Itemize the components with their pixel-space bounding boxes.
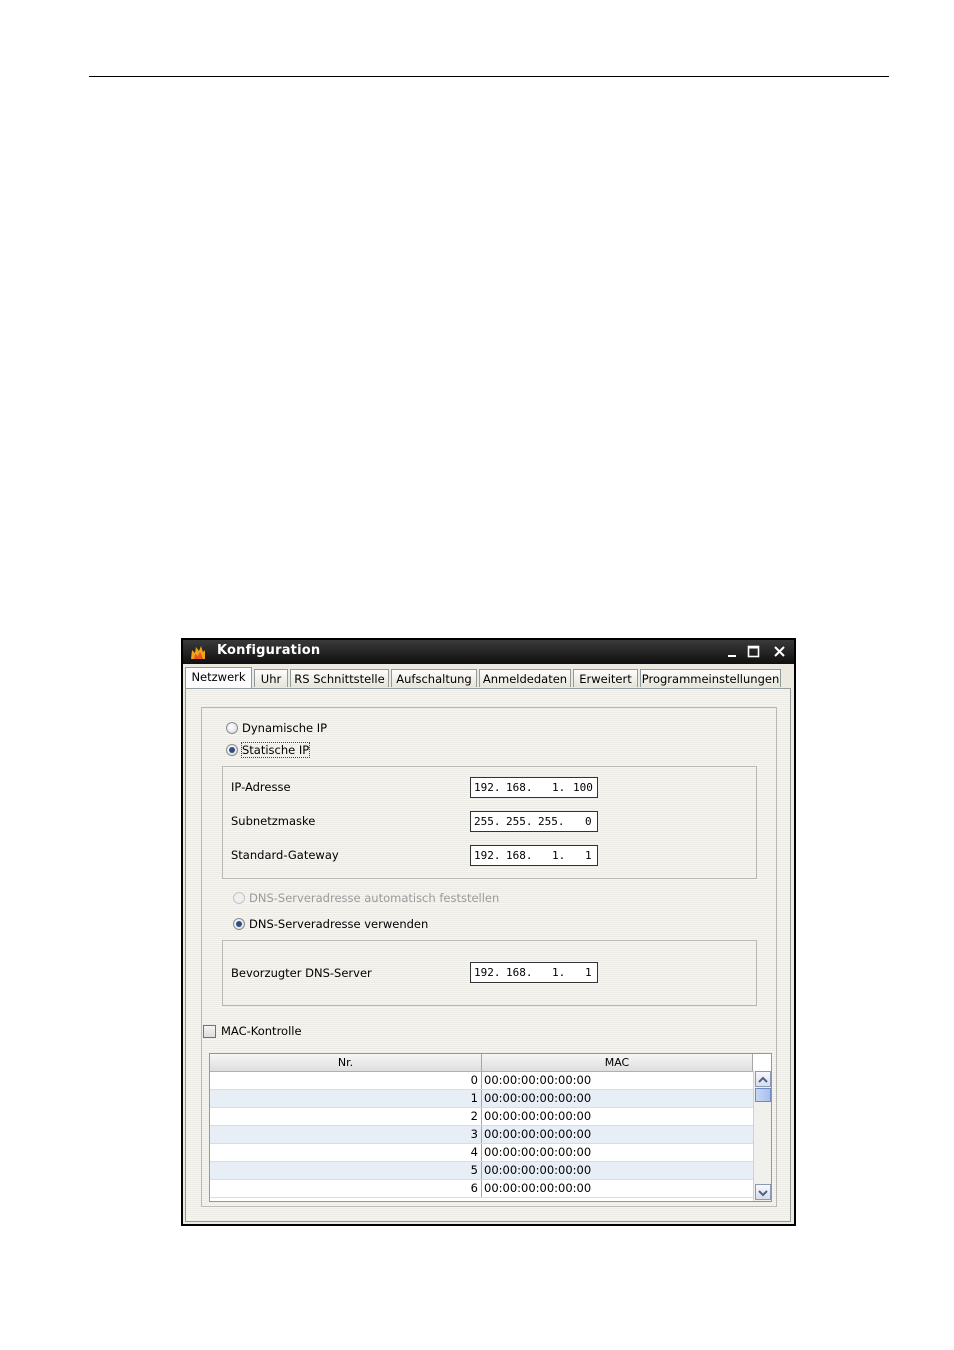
chevron-up-icon: [758, 1076, 768, 1083]
dns-manual-radio[interactable]: [233, 918, 245, 930]
tab-erweitert[interactable]: Erweitert: [573, 669, 638, 687]
dns-group: Bevorzugter DNS-Server 192. 168. 1. 1: [222, 940, 757, 1006]
cell-mac: 00:00:00:00:00:00: [484, 1073, 592, 1087]
dynamic-ip-radio[interactable]: [226, 722, 238, 734]
cell-nr: 4: [210, 1144, 482, 1161]
cell-nr: 1: [210, 1090, 482, 1107]
cell-mac: 00:00:00:00:00:00: [484, 1109, 592, 1123]
mac-table-header: Nr. MAC: [210, 1054, 753, 1072]
table-row[interactable]: 4 00:00:00:00:00:00: [210, 1144, 753, 1162]
tab-programmeinstellungen[interactable]: Programmeinstellungen: [640, 669, 781, 687]
dynamic-ip-label[interactable]: Dynamische IP: [242, 721, 327, 735]
app-flame-icon: [191, 646, 205, 659]
network-group: Dynamische IP Statische IP IP-Adresse 19…: [201, 707, 777, 1207]
window-title: Konfiguration: [217, 643, 321, 658]
dns-manual-label[interactable]: DNS-Serveradresse verwenden: [249, 917, 428, 931]
scroll-down-button[interactable]: [755, 1184, 771, 1200]
mac-table: Nr. MAC 0 00:00:00:00:00:00 1 00:00:00:00:0…: [209, 1053, 772, 1202]
ip-address-label: IP-Adresse: [231, 780, 291, 794]
table-row[interactable]: 2 00:00:00:00:00:00: [210, 1108, 753, 1126]
title-bar[interactable]: Konfiguration: [183, 640, 794, 664]
tab-uhr[interactable]: Uhr: [254, 669, 288, 687]
subnet-mask-label: Subnetzmaske: [231, 814, 316, 828]
table-row[interactable]: 3 00:00:00:00:00:00: [210, 1126, 753, 1144]
table-row[interactable]: 5 00:00:00:00:00:00: [210, 1162, 753, 1180]
ip-address-field[interactable]: 192. 168. 1. 100: [470, 777, 598, 798]
scroll-up-button[interactable]: [755, 1071, 771, 1087]
mac-control-label[interactable]: MAC-Kontrolle: [221, 1024, 302, 1038]
static-ip-label[interactable]: Statische IP: [240, 742, 311, 758]
cell-nr: 6: [210, 1180, 482, 1197]
gateway-label: Standard-Gateway: [231, 848, 339, 862]
cell-mac: 00:00:00:00:00:00: [484, 1127, 592, 1141]
tab-netzwerk[interactable]: Netzwerk: [185, 667, 252, 688]
page-header-rule: [89, 76, 889, 77]
tab-rs-schnittstelle[interactable]: RS Schnittstelle: [290, 669, 389, 687]
column-header-nr[interactable]: Nr.: [210, 1054, 482, 1071]
tab-anmeldedaten[interactable]: Anmeldedaten: [479, 669, 571, 687]
close-icon[interactable]: [771, 643, 789, 661]
table-row[interactable]: 1 00:00:00:00:00:00: [210, 1090, 753, 1108]
cell-nr: 0: [210, 1072, 482, 1089]
dns-auto-radio: [233, 892, 245, 904]
cell-mac: 00:00:00:00:00:00: [484, 1163, 592, 1177]
vertical-scrollbar[interactable]: [753, 1071, 771, 1201]
cell-mac: 00:00:00:00:00:00: [484, 1091, 592, 1105]
preferred-dns-label: Bevorzugter DNS-Server: [231, 966, 372, 980]
mac-control-checkbox[interactable]: [203, 1025, 216, 1038]
cell-mac: 00:00:00:00:00:00: [484, 1181, 592, 1195]
column-header-mac[interactable]: MAC: [482, 1054, 753, 1071]
table-row[interactable]: 6 00:00:00:00:00:00: [210, 1180, 753, 1198]
maximize-icon[interactable]: [745, 643, 763, 661]
subnet-mask-field[interactable]: 255. 255. 255. 0: [470, 811, 598, 832]
scroll-thumb[interactable]: [755, 1088, 771, 1102]
tab-aufschaltung[interactable]: Aufschaltung: [391, 669, 477, 687]
netzwerk-panel: Dynamische IP Statische IP IP-Adresse 19…: [185, 689, 791, 1222]
chevron-down-icon: [758, 1190, 768, 1197]
preferred-dns-field[interactable]: 192. 168. 1. 1: [470, 962, 598, 983]
table-row[interactable]: 0 00:00:00:00:00:00: [210, 1072, 753, 1090]
dns-auto-label: DNS-Serveradresse automatisch feststelle…: [249, 891, 500, 905]
static-ip-radio[interactable]: [226, 744, 238, 756]
cell-nr: 2: [210, 1108, 482, 1125]
cell-nr: 5: [210, 1162, 482, 1179]
configuration-window: Konfiguration Netzwerk Uhr RS Schnittste…: [181, 638, 796, 1226]
cell-nr: 3: [210, 1126, 482, 1143]
minimize-icon[interactable]: [724, 643, 742, 661]
gateway-field[interactable]: 192. 168. 1. 1: [470, 845, 598, 866]
cell-mac: 00:00:00:00:00:00: [484, 1145, 592, 1159]
static-ip-group: IP-Adresse 192. 168. 1. 100 Subnetzmaske…: [222, 766, 757, 879]
